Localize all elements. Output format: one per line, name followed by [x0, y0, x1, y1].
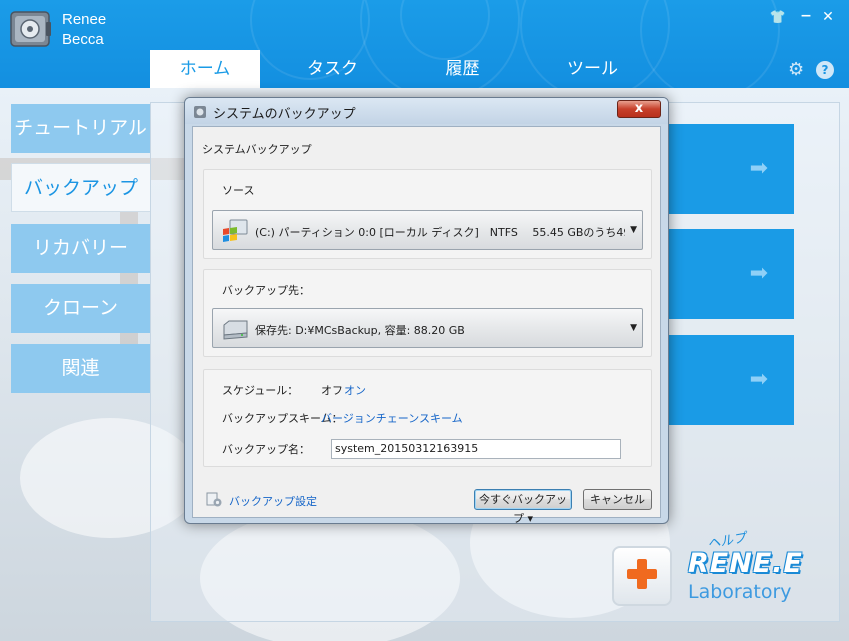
- option-card-3[interactable]: ➡: [668, 335, 794, 425]
- tab-tasks[interactable]: タスク: [270, 50, 395, 88]
- backup-now-button[interactable]: 今すぐバックアップ ▾: [474, 489, 572, 525]
- app-logo-icon: [10, 11, 51, 47]
- destination-dropdown[interactable]: 保存先: D:¥MCsBackup, 容量: 88.20 GB ▼: [212, 308, 643, 348]
- dialog-body: システムバックアップ ソース (C:) パーティション 0:0 [ローカル ディ…: [192, 126, 661, 525]
- schedule-off[interactable]: オフ: [321, 382, 343, 398]
- top-bar: Renee Becca 👕 – ✕ ホーム タスク 履歴 ツール ⚙ ?: [0, 0, 849, 88]
- sidebar-item-clone[interactable]: クローン: [11, 284, 150, 333]
- backup-settings-link[interactable]: バックアップ設定: [229, 493, 317, 509]
- brand-logo[interactable]: ヘルプ RENE.E Laboratory: [612, 531, 812, 610]
- option-card-2[interactable]: ➡: [668, 229, 794, 319]
- arrow-right-icon: ➡: [749, 261, 768, 286]
- source-label: ソース: [222, 184, 255, 197]
- arrow-right-icon: ➡: [749, 156, 768, 181]
- tab-home[interactable]: ホーム: [150, 50, 260, 88]
- option-card-1[interactable]: ➡: [668, 124, 794, 214]
- tshirt-icon: 👕: [769, 10, 787, 25]
- sidebar-item-backup[interactable]: バックアップ: [11, 163, 150, 212]
- dropdown-caret-icon: ▼: [630, 225, 637, 235]
- hard-drive-icon: [223, 320, 248, 340]
- sidebar-item-tutorial[interactable]: チュートリアル: [11, 104, 150, 153]
- close-window-button[interactable]: ✕: [819, 9, 837, 25]
- destination-label: バックアップ先：: [222, 284, 310, 297]
- backup-settings-icon: [206, 492, 222, 507]
- source-group: ソース (C:) パーティション 0:0 [ローカル ディスク] NTFS 55…: [203, 169, 652, 259]
- main-tabs: ホーム タスク 履歴 ツール: [150, 50, 660, 88]
- close-icon: x: [634, 101, 644, 116]
- tab-tools[interactable]: ツール: [530, 50, 655, 88]
- first-aid-icon: [612, 546, 672, 606]
- backup-name-input[interactable]: system_20150312163915: [331, 439, 621, 459]
- app-title-line2: Becca: [62, 31, 104, 48]
- scheme-link[interactable]: バージョンチェーンスキーム: [321, 410, 463, 426]
- dialog-title: システムのバックアップ: [213, 107, 356, 122]
- system-backup-dialog: システムのバックアップ x システムバックアップ ソース (C:) パーティショ…: [184, 97, 669, 525]
- dropdown-caret-icon: ▼: [630, 323, 637, 333]
- header-wave-decoration: [640, 0, 780, 88]
- minimize-icon: –: [800, 3, 812, 28]
- source-value: (C:) パーティション 0:0 [ローカル ディスク] NTFS 55.45 …: [255, 226, 625, 239]
- minimize-button[interactable]: –: [797, 5, 815, 27]
- brand-laboratory: Laboratory: [688, 581, 792, 603]
- settings-gear-icon[interactable]: ⚙: [788, 61, 806, 79]
- backup-name-label: バックアップ名：: [222, 443, 310, 456]
- app-title-line1: Renee: [62, 11, 107, 28]
- sidebar-item-related[interactable]: 関連: [11, 344, 150, 393]
- dialog-titlebar[interactable]: システムのバックアップ x: [185, 98, 668, 124]
- schedule-label: スケジュール：: [222, 384, 299, 397]
- app-small-icon: [194, 106, 206, 118]
- cancel-button[interactable]: キャンセル: [583, 489, 652, 510]
- sidebar-item-recovery[interactable]: リカバリー: [11, 224, 150, 273]
- app-title: Renee Becca: [62, 10, 106, 50]
- arrow-right-icon: ➡: [749, 367, 768, 392]
- destination-value: 保存先: D:¥MCsBackup, 容量: 88.20 GB: [255, 324, 465, 337]
- source-dropdown[interactable]: (C:) パーティション 0:0 [ローカル ディスク] NTFS 55.45 …: [212, 210, 643, 250]
- skin-button[interactable]: 👕: [769, 9, 787, 26]
- schedule-on-link[interactable]: オン: [344, 382, 366, 398]
- destination-group: バックアップ先： 保存先: D:¥MCsBackup, 容量: 88.20 GB…: [203, 269, 652, 357]
- close-icon: ✕: [822, 9, 834, 25]
- dialog-heading: システムバックアップ: [202, 143, 312, 156]
- windows-icon: [223, 219, 248, 242]
- brand-name: RENE.E: [688, 548, 803, 579]
- help-icon[interactable]: ?: [816, 61, 834, 79]
- options-group: スケジュール： オフ オン バックアップスキーム： バージョンチェーンスキーム …: [203, 369, 652, 467]
- dialog-close-button[interactable]: x: [617, 100, 661, 118]
- tab-history[interactable]: 履歴: [400, 50, 525, 88]
